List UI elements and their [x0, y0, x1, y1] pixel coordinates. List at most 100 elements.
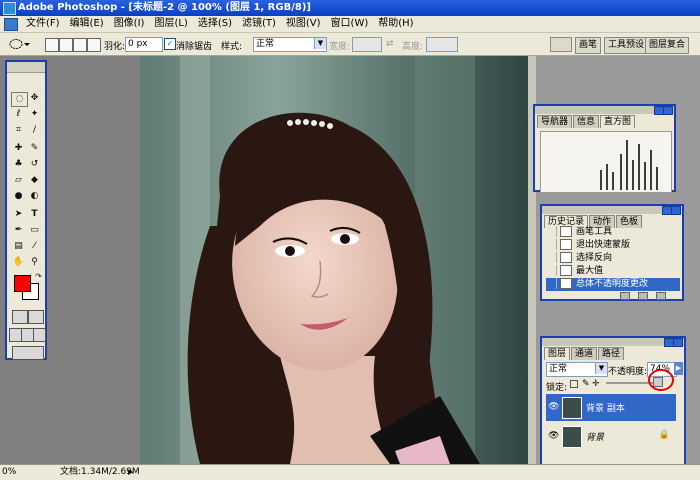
height-input — [426, 37, 458, 52]
close-icon[interactable] — [663, 106, 673, 115]
history-snapshot-toggle[interactable] — [546, 226, 557, 237]
trash-icon[interactable] — [656, 292, 666, 300]
menu-select[interactable]: 选择(S) — [193, 16, 237, 32]
history-snapshot-toggle[interactable] — [546, 252, 557, 263]
menu-file[interactable]: 文件(F) — [21, 16, 65, 32]
history-item[interactable]: 画笔工具 — [546, 226, 680, 239]
history-snapshot-toggle[interactable] — [546, 239, 557, 250]
history-item-selected[interactable]: 总体不透明度更改 — [546, 278, 680, 291]
menu-edit[interactable]: 编辑(E) — [65, 16, 109, 32]
close-icon[interactable] — [671, 206, 681, 215]
history-brush-icon[interactable]: ↺ — [27, 158, 42, 171]
marquee-tool-icon[interactable]: ◌ — [11, 92, 28, 107]
palette-tab-brushes[interactable]: 画笔 — [575, 37, 602, 54]
history-item[interactable]: 最大值 — [546, 265, 680, 278]
chevron-down-icon: ▼ — [314, 38, 326, 49]
menu-filter[interactable]: 滤镜(T) — [237, 16, 281, 32]
panel-title-bar[interactable] — [535, 106, 674, 115]
histogram-panel: 导航器 信息 直方图 — [533, 104, 676, 193]
history-item[interactable]: 退出快速蒙版 — [546, 239, 680, 252]
chevron-down-icon: ▼ — [595, 363, 607, 374]
opacity-slider-track[interactable] — [606, 382, 654, 384]
new-snapshot-icon[interactable] — [620, 292, 630, 300]
quickmask-mode-icon[interactable] — [28, 310, 44, 324]
tab-navigator[interactable]: 导航器 — [537, 115, 573, 128]
palette-tab-layer-comps[interactable]: 图层复合 — [645, 37, 690, 54]
layers-panel: 图层 通道 路径 正常 ▼ 不透明度: 74% ▶ 锁定: ✎ ✛ 👁 背景 副… — [540, 336, 686, 476]
opacity-slider-arrow-icon[interactable]: ▶ — [674, 362, 683, 375]
crop-tool-icon[interactable]: ⌗ — [11, 124, 26, 137]
standard-mode-icon[interactable] — [12, 310, 28, 324]
menu-window[interactable]: 窗口(W) — [326, 16, 374, 32]
notes-tool-icon[interactable]: ▤ — [11, 240, 26, 253]
type-tool-icon[interactable]: T — [27, 208, 42, 221]
eyedropper-icon[interactable]: ⁄ — [27, 240, 42, 253]
palette-well-icon[interactable] — [550, 37, 572, 52]
path-selection-icon[interactable]: ➤ — [11, 208, 26, 221]
shape-tool-icon[interactable]: ▭ — [27, 224, 42, 237]
feather-input[interactable]: 0 px — [125, 37, 163, 52]
menu-layer[interactable]: 图层(L) — [149, 16, 192, 32]
tab-histogram[interactable]: 直方图 — [600, 115, 636, 128]
new-document-icon[interactable] — [638, 292, 648, 300]
brush-tool-icon[interactable]: ✎ — [27, 142, 42, 155]
menu-help[interactable]: 帮助(H) — [373, 16, 418, 32]
clone-stamp-icon[interactable]: ♣ — [11, 158, 26, 171]
close-icon[interactable] — [673, 338, 683, 347]
eye-icon[interactable]: 👁 — [548, 431, 559, 441]
paint-bucket-icon[interactable]: ◆ — [27, 174, 42, 187]
document-canvas[interactable] — [140, 56, 530, 464]
tab-layers[interactable]: 图层 — [544, 347, 571, 360]
eye-icon[interactable]: 👁 — [548, 402, 559, 412]
screen-mode-full-icon[interactable] — [33, 328, 46, 342]
history-state-pointer-icon[interactable] — [546, 278, 557, 289]
tab-channels[interactable]: 通道 — [571, 347, 598, 360]
move-tool-icon[interactable]: ✥ — [27, 92, 42, 105]
jump-to-imageready-icon[interactable] — [12, 346, 44, 360]
tools-panel-header[interactable] — [7, 62, 45, 73]
intersect-selection-icon[interactable] — [87, 38, 101, 52]
new-selection-icon[interactable] — [45, 38, 59, 52]
lock-position-icon[interactable]: ✛ — [592, 379, 600, 389]
hand-tool-icon[interactable]: ✋ — [11, 256, 26, 269]
history-item[interactable]: 选择反向 — [546, 252, 680, 265]
healing-brush-icon[interactable]: ✚ — [11, 142, 26, 155]
lasso-tool-icon[interactable]: ℓ — [11, 108, 26, 121]
history-snapshot-toggle[interactable] — [546, 265, 557, 276]
menu-image[interactable]: 图像(I) — [109, 16, 150, 32]
panel-title-bar[interactable] — [542, 206, 682, 215]
zoom-tool-icon[interactable]: ⚲ — [27, 256, 42, 269]
pen-tool-icon[interactable]: ✒ — [11, 224, 26, 237]
layer-row-background-copy[interactable]: 👁 背景 副本 — [546, 394, 676, 421]
zoom-level[interactable]: 0% — [2, 465, 16, 480]
lock-transparency-icon[interactable] — [570, 380, 578, 388]
magic-wand-icon[interactable]: ✦ — [27, 108, 42, 121]
eraser-tool-icon[interactable]: ▱ — [11, 174, 26, 187]
add-selection-icon[interactable] — [59, 38, 73, 52]
palette-tab-tool-presets[interactable]: 工具预设 — [604, 37, 649, 54]
opacity-label: 不透明度: — [608, 367, 648, 377]
document-icon[interactable] — [4, 17, 18, 31]
highlight-annotation — [648, 369, 674, 391]
history-item-label: 最大值 — [576, 266, 604, 276]
status-arrow-icon[interactable]: ▶ — [128, 468, 136, 476]
lock-label: 锁定: — [546, 383, 568, 393]
width-label: 宽度: — [329, 42, 351, 52]
blur-tool-icon[interactable]: ● — [11, 190, 26, 203]
panel-title-bar[interactable] — [542, 338, 684, 347]
tab-info[interactable]: 信息 — [573, 115, 600, 128]
dodge-tool-icon[interactable]: ◐ — [27, 190, 42, 203]
layer-row-background[interactable]: 👁 背景 🔒 — [546, 423, 676, 450]
lock-pixels-icon[interactable]: ✎ — [582, 379, 590, 389]
antialias-checkbox[interactable]: ✓ — [164, 38, 176, 50]
subtract-selection-icon[interactable] — [73, 38, 87, 52]
foreground-color-swatch[interactable] — [14, 275, 31, 292]
marquee-preset-icon[interactable] — [8, 37, 30, 51]
style-select[interactable]: 正常 ▼ — [253, 37, 327, 52]
swap-colors-icon[interactable]: ↷ — [31, 270, 46, 283]
history-panel: 历史记录 动作 色板 画笔工具 退出快速蒙版 选择反向 最大值 总体不透明度更改 — [540, 204, 684, 301]
tab-paths[interactable]: 路径 — [598, 347, 625, 360]
slice-tool-icon[interactable]: / — [27, 124, 42, 137]
menu-view[interactable]: 视图(V) — [281, 16, 326, 32]
blend-mode-select[interactable]: 正常 ▼ — [546, 362, 608, 377]
